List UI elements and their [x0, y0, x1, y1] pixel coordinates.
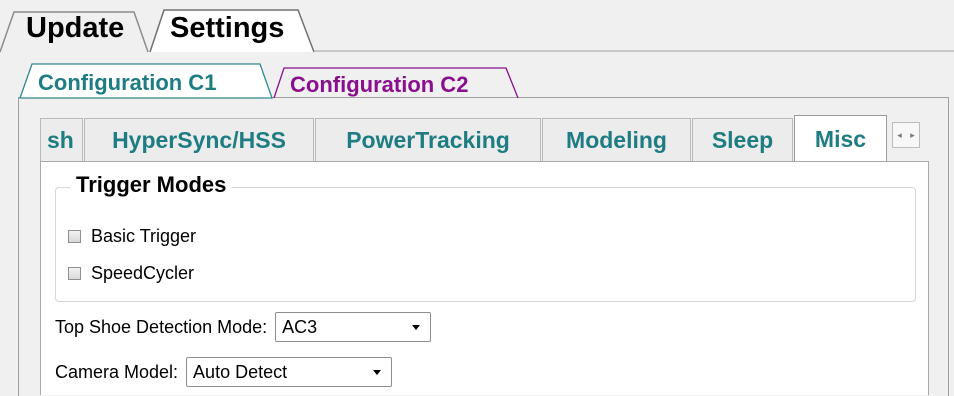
tab-scroll-buttons: ◂ ▸ [892, 122, 920, 148]
tab-hypersync-hss[interactable]: HyperSync/HSS [84, 118, 314, 162]
tab-sleep[interactable]: Sleep [692, 118, 793, 162]
trigger-modes-group: Trigger Modes Basic Trigger SpeedCycler [55, 172, 916, 302]
basic-trigger-checkbox[interactable] [68, 230, 81, 243]
top-shoe-detection-row: Top Shoe Detection Mode: AC3 [55, 312, 432, 342]
top-tab-strip: Update Settings [0, 0, 954, 53]
tab-modeling[interactable]: Modeling [542, 118, 691, 162]
top-shoe-detection-label: Top Shoe Detection Mode: [55, 316, 268, 337]
top-shoe-detection-value: AC3 [282, 316, 318, 337]
chevron-down-icon [373, 369, 382, 375]
scroll-left-icon[interactable]: ◂ [893, 123, 906, 147]
tab-settings[interactable]: Settings [170, 12, 284, 45]
speedcycler-label: SpeedCycler [91, 263, 195, 283]
tab-configuration-c2[interactable]: Configuration C2 [290, 72, 468, 98]
basic-trigger-option[interactable]: Basic Trigger [68, 226, 196, 247]
top-shoe-detection-select[interactable]: AC3 [275, 312, 432, 342]
camera-model-value: Auto Detect [193, 361, 288, 382]
camera-model-label: Camera Model: [55, 361, 179, 382]
tab-flash-partial[interactable]: sh [40, 118, 83, 162]
camera-model-row: Camera Model: Auto Detect [55, 357, 393, 387]
top-tab-outline [0, 9, 954, 53]
chevron-down-icon [412, 324, 421, 330]
speedcycler-option[interactable]: SpeedCycler [68, 263, 194, 284]
camera-model-select[interactable]: Auto Detect [186, 357, 393, 387]
scroll-right-icon[interactable]: ▸ [906, 123, 919, 147]
tab-misc[interactable]: Misc [794, 115, 887, 163]
tab-configuration-c1[interactable]: Configuration C1 [38, 70, 216, 96]
tab-powertracking[interactable]: PowerTracking [315, 118, 541, 162]
misc-panel: Trigger Modes Basic Trigger SpeedCycler … [40, 161, 929, 395]
trigger-modes-title: Trigger Modes [70, 172, 233, 198]
speedcycler-checkbox[interactable] [68, 267, 81, 280]
tab-update[interactable]: Update [26, 12, 124, 45]
basic-trigger-label: Basic Trigger [91, 226, 197, 246]
